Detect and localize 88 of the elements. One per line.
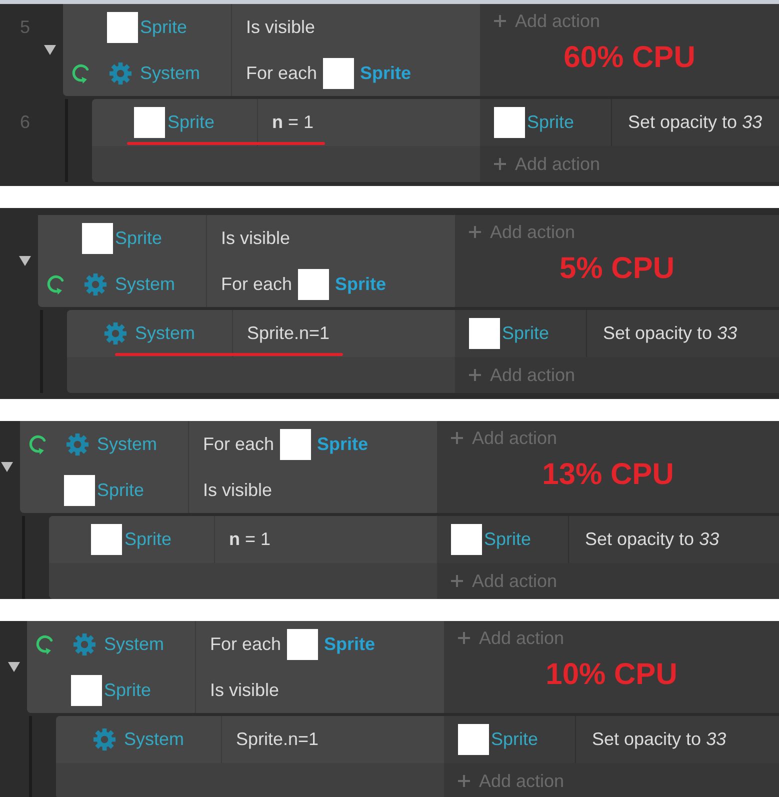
object-name: System [124, 729, 184, 750]
gear-icon [66, 432, 89, 456]
condition-row[interactable]: Sprite Is visible [27, 667, 444, 713]
condition-text: Is visible [210, 680, 280, 700]
object-name: Sprite [317, 434, 368, 454]
condition-text: For each [203, 434, 274, 454]
object-name: System [114, 274, 175, 294]
object-name: Sprite [114, 228, 162, 248]
cpu-annotation: 60% CPU [564, 42, 696, 74]
condition-row[interactable]: System For each Sprite [27, 621, 444, 667]
thumbnail-icon [82, 222, 113, 254]
condition-text: n = 1 [272, 112, 314, 133]
gear-icon [84, 272, 107, 296]
condition-text: For each [246, 62, 318, 84]
plus-icon [451, 575, 463, 587]
object-name: System [96, 434, 157, 454]
gear-icon [72, 632, 96, 656]
object-name: Sprite [324, 634, 376, 654]
thumbnail-icon [287, 628, 318, 660]
action-row[interactable]: Sprite Set opacity to 33 [444, 716, 779, 763]
cpu-annotation: 10% CPU [546, 659, 678, 691]
object-name: Sprite [527, 112, 574, 133]
plus-icon [494, 15, 506, 27]
plus-icon [494, 158, 506, 170]
thumbnail-icon [323, 58, 354, 88]
condition-row[interactable]: System For each Sprite [38, 261, 455, 307]
thumbnail-icon [298, 268, 330, 300]
condition-row[interactable]: Sprite Is visible [38, 215, 455, 261]
object-name: Sprite [335, 274, 386, 294]
object-name: Sprite [96, 480, 144, 500]
expand-triangle-icon[interactable] [19, 256, 31, 266]
expand-triangle-icon[interactable] [8, 662, 20, 672]
condition-row[interactable]: System Sprite.n=1 [56, 716, 444, 763]
object-name: System [134, 323, 195, 344]
thumbnail-icon [64, 474, 95, 506]
thumbnail-icon [458, 724, 489, 755]
thumbnail-icon [70, 674, 102, 706]
thumbnail-icon [451, 524, 482, 555]
thumbnail-icon [106, 12, 138, 42]
object-name: Sprite [167, 112, 215, 133]
gear-icon [92, 728, 116, 751]
condition-text: Is visible [203, 480, 272, 500]
condition-text: Sprite.n=1 [247, 323, 330, 344]
plus-icon [469, 226, 481, 238]
object-name: Sprite [140, 16, 188, 38]
action-row[interactable]: Sprite Set opacity to 33 [480, 99, 779, 146]
plus-icon [458, 632, 470, 644]
condition-row[interactable]: Sprite n = 1 [92, 99, 480, 146]
thumbnail-icon [280, 428, 312, 460]
object-name: System [140, 62, 200, 84]
object-name: System [104, 634, 164, 654]
plus-icon [458, 775, 470, 787]
thumbnail-icon [91, 524, 122, 555]
condition-row[interactable]: Sprite n = 1 [49, 516, 437, 563]
condition-row[interactable]: System Sprite.n=1 [67, 310, 455, 357]
action-row[interactable]: Sprite Set opacity to 33 [437, 516, 779, 563]
object-name: Sprite [491, 729, 538, 750]
condition-text: n = 1 [229, 529, 271, 550]
condition-row[interactable]: System For each Sprite [20, 421, 437, 467]
condition-text: For each [210, 634, 282, 654]
action-text: Set opacity to 33 [592, 729, 726, 750]
object-name: Sprite [502, 323, 550, 344]
condition-text: Sprite.n=1 [236, 729, 319, 750]
action-text: Set opacity to 33 [585, 529, 720, 550]
action-text: Set opacity to 33 [628, 112, 762, 133]
condition-row[interactable]: Sprite Is visible [63, 4, 480, 50]
action-row[interactable]: Sprite Set opacity to 33 [455, 310, 779, 357]
object-name: Sprite [124, 529, 172, 550]
condition-text: For each [221, 274, 292, 294]
condition-row[interactable]: System For each Sprite [63, 50, 480, 96]
condition-row[interactable]: Sprite Is visible [20, 467, 437, 513]
thumbnail-icon [134, 107, 166, 138]
gear-icon [104, 322, 127, 345]
object-name: Sprite [104, 680, 152, 700]
object-name: Sprite [484, 529, 532, 550]
expand-triangle-icon[interactable] [44, 45, 56, 55]
cpu-annotation: 5% CPU [559, 253, 675, 285]
condition-text: Is visible [246, 16, 316, 38]
plus-icon [451, 432, 463, 444]
thumbnail-icon [494, 107, 525, 138]
action-text: Set opacity to 33 [603, 323, 738, 344]
plus-icon [469, 369, 481, 381]
object-name: Sprite [360, 62, 412, 84]
cpu-annotation: 13% CPU [542, 459, 674, 491]
condition-text: Is visible [221, 228, 290, 248]
gear-icon [108, 62, 132, 84]
thumbnail-icon [469, 318, 500, 349]
expand-triangle-icon[interactable] [1, 462, 13, 472]
